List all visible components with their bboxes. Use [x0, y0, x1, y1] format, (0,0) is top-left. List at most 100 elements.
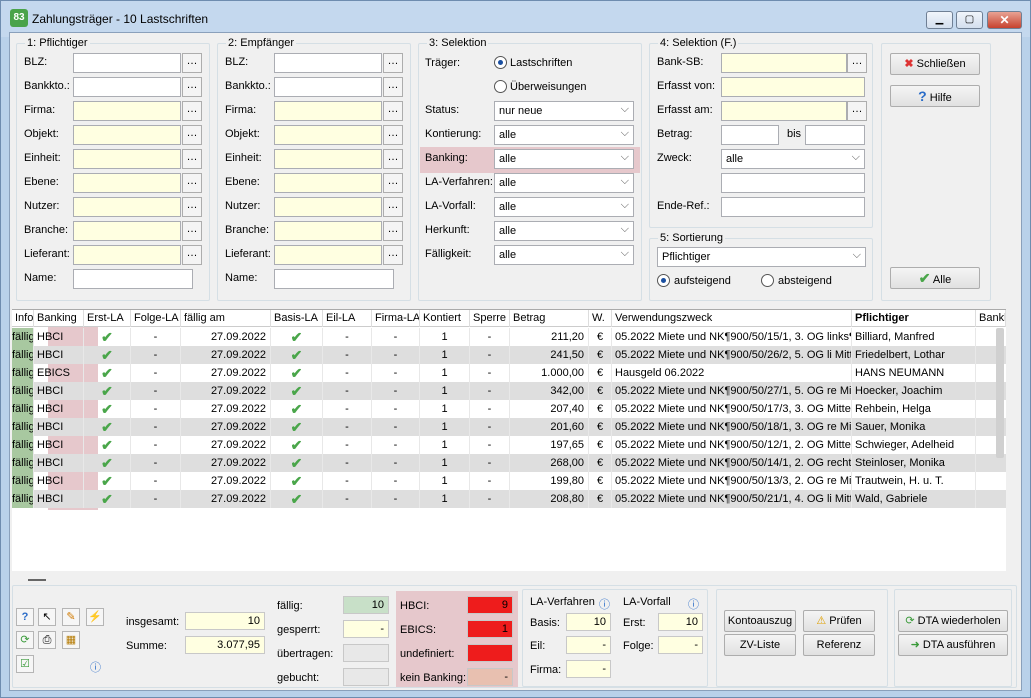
browse-button[interactable]: …: [383, 53, 403, 73]
radio-aufsteigend[interactable]: [657, 274, 670, 287]
cursor-icon[interactable]: ↖: [38, 608, 56, 626]
zv-liste-button[interactable]: ZV-Liste: [724, 634, 796, 656]
browse-button[interactable]: …: [182, 101, 202, 121]
table-row[interactable]: fällig HBCI ✔ -27.09.2022 ✔ - -1-197,65 €05.202…: [12, 436, 1006, 454]
pencil-icon[interactable]: ✎: [62, 608, 80, 626]
ende-ref-input[interactable]: [721, 197, 865, 217]
column-header[interactable]: Betrag: [510, 310, 589, 327]
help-icon[interactable]: ?: [16, 608, 34, 626]
field-input[interactable]: [73, 245, 181, 265]
field-input[interactable]: [73, 53, 181, 73]
column-header[interactable]: Kontiert: [420, 310, 470, 327]
print-icon[interactable]: ⎙: [38, 631, 56, 649]
erfasst-am-input[interactable]: [721, 101, 847, 121]
field-input[interactable]: [73, 125, 181, 145]
field-input[interactable]: [73, 149, 181, 169]
field-input[interactable]: [274, 221, 382, 241]
field-input[interactable]: [73, 269, 193, 289]
browse-button[interactable]: …: [182, 53, 202, 73]
field-input[interactable]: [274, 77, 382, 97]
column-header[interactable]: Eil-LA: [323, 310, 372, 327]
selection-select[interactable]: alle ⌵: [494, 221, 634, 241]
radio-absteigend[interactable]: [761, 274, 774, 287]
browse-button[interactable]: …: [182, 149, 202, 169]
column-header[interactable]: W.: [589, 310, 612, 327]
referenz-button[interactable]: Referenz: [803, 634, 875, 656]
column-header[interactable]: Sperre: [470, 310, 510, 327]
table-row[interactable]: fällig HBCI ✔ -27.09.2022 ✔ - -1-241,50 €05.202…: [12, 346, 1006, 364]
browse-button[interactable]: …: [383, 149, 403, 169]
table-row[interactable]: fällig HBCI ✔ -27.09.2022 ✔ - -1-342,00 €05.202…: [12, 382, 1006, 400]
field-input[interactable]: [274, 245, 382, 265]
alle-button[interactable]: ✔ Alle: [890, 267, 980, 289]
betrag-von-input[interactable]: [721, 125, 779, 145]
zweck-select[interactable]: alle ⌵: [721, 149, 865, 169]
dta-ausfuehren-button[interactable]: ➜ DTA ausführen: [898, 634, 1008, 656]
lightning-icon[interactable]: ⚡: [86, 608, 104, 626]
checkbox-icon[interactable]: ☑: [16, 655, 34, 673]
info-icon[interactable]: ⓘ: [599, 596, 610, 612]
field-input[interactable]: [73, 101, 181, 121]
pruefen-button[interactable]: ⚠ Prüfen: [803, 610, 875, 632]
browse-button[interactable]: …: [182, 77, 202, 97]
field-input[interactable]: [274, 101, 382, 121]
field-input[interactable]: [274, 149, 382, 169]
browse-button[interactable]: …: [383, 221, 403, 241]
browse-button[interactable]: …: [383, 197, 403, 217]
column-header[interactable]: Erst-LA: [84, 310, 131, 327]
field-input[interactable]: [73, 197, 181, 217]
kontoauszug-button[interactable]: Kontoauszug: [724, 610, 796, 632]
column-header[interactable]: Banking: [34, 310, 84, 327]
sortierung-select[interactable]: Pflichtiger ⌵: [657, 247, 866, 267]
radio-ueberweisungen[interactable]: [494, 80, 507, 93]
info-icon[interactable]: ⓘ: [90, 659, 101, 675]
column-header[interactable]: Verwendungszweck: [612, 310, 852, 327]
table-row[interactable]: fällig HBCI ✔ -27.09.2022 ✔ - -1-201,60 €05.202…: [12, 418, 1006, 436]
browse-button[interactable]: …: [182, 245, 202, 265]
browse-button[interactable]: …: [383, 77, 403, 97]
betrag-bis-input[interactable]: [805, 125, 865, 145]
browse-button[interactable]: …: [383, 101, 403, 121]
table-row[interactable]: fällig HBCI ✔ -27.09.2022 ✔ - -1-199,80 €05.202…: [12, 472, 1006, 490]
browse-button[interactable]: …: [383, 173, 403, 193]
column-header[interactable]: Pflichtiger: [852, 310, 976, 327]
maximize-button[interactable]: ▢: [956, 11, 983, 29]
schliessen-button[interactable]: ✖ Schließen: [890, 53, 980, 75]
grid-icon[interactable]: ▦: [62, 631, 80, 649]
column-header[interactable]: Firma-LA: [372, 310, 420, 327]
selection-select[interactable]: alle ⌵: [494, 149, 634, 169]
splitter-handle[interactable]: [28, 579, 46, 581]
lastschriften-table[interactable]: Info Banking Erst-LA Folge-LA fällig am Basis…: [12, 309, 1006, 571]
radio-lastschriften[interactable]: [494, 56, 507, 69]
browse-button[interactable]: …: [182, 125, 202, 145]
browse-button[interactable]: …: [182, 221, 202, 241]
browse-button[interactable]: …: [383, 245, 403, 265]
browse-button[interactable]: …: [847, 53, 867, 73]
browse-button[interactable]: …: [182, 197, 202, 217]
column-header[interactable]: fällig am: [181, 310, 271, 327]
table-row[interactable]: fällig HBCI ✔ -27.09.2022 ✔ - -1-268,00 €05.202…: [12, 454, 1006, 472]
info-icon[interactable]: ⓘ: [688, 596, 699, 612]
selection-select[interactable]: alle ⌵: [494, 125, 634, 145]
selection-select[interactable]: alle ⌵: [494, 173, 634, 193]
field-input[interactable]: [73, 173, 181, 193]
bank-sb-input[interactable]: [721, 53, 847, 73]
table-row[interactable]: fällig HBCI ✔ -27.09.2022 ✔ - -1-207,40 €05.202…: [12, 400, 1006, 418]
browse-button[interactable]: …: [182, 173, 202, 193]
browse-button[interactable]: …: [383, 125, 403, 145]
field-input[interactable]: [274, 173, 382, 193]
table-row[interactable]: fällig HBCI ✔ -27.09.2022 ✔ - -1-211,20 €05.202…: [12, 328, 1006, 346]
dta-wiederholen-button[interactable]: ⟳ DTA wiederholen: [898, 610, 1008, 632]
hilfe-button[interactable]: ? Hilfe: [890, 85, 980, 107]
refresh-icon[interactable]: ⟳: [16, 631, 34, 649]
field-input[interactable]: [73, 77, 181, 97]
table-row[interactable]: fällig HBCI ✔ -27.09.2022 ✔ - -1-208,80 €05.202…: [12, 490, 1006, 508]
field-input[interactable]: [274, 197, 382, 217]
browse-button[interactable]: …: [847, 101, 867, 121]
selection-select[interactable]: alle ⌵: [494, 245, 634, 265]
column-header[interactable]: Info: [12, 310, 34, 327]
erfasst-von-input[interactable]: [721, 77, 865, 97]
zweck-text-input[interactable]: [721, 173, 865, 193]
table-row[interactable]: fällig EBICS ✔ -27.09.2022 ✔ - -1-1.000,00 € Hau…: [12, 364, 1006, 382]
minimize-button[interactable]: ▁: [926, 11, 953, 29]
